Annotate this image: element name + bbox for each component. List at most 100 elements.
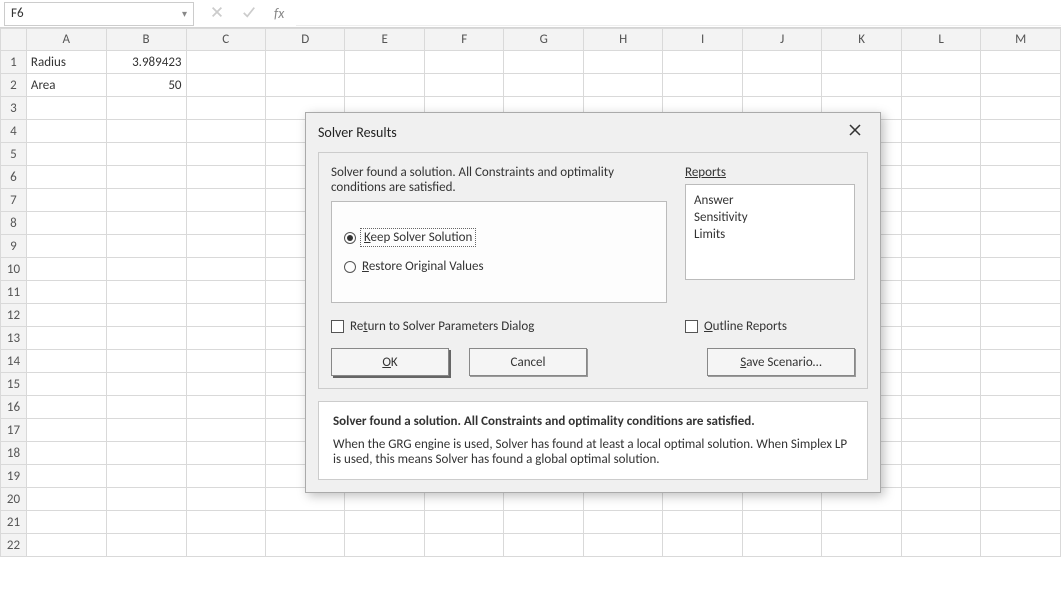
cell-E22[interactable] <box>345 534 424 557</box>
cell-I2[interactable] <box>663 74 742 97</box>
cell-A11[interactable] <box>26 281 106 304</box>
fx-icon[interactable]: fx <box>274 5 284 22</box>
cell-B3[interactable] <box>106 97 186 120</box>
cell-K1[interactable] <box>822 51 901 74</box>
row-header-20[interactable]: 20 <box>1 488 27 511</box>
row-header-1[interactable]: 1 <box>1 51 27 74</box>
cell-M20[interactable] <box>981 488 1061 511</box>
cell-M18[interactable] <box>981 442 1061 465</box>
column-header-C[interactable]: C <box>186 29 265 51</box>
cell-A10[interactable] <box>26 258 106 281</box>
cell-M3[interactable] <box>981 97 1061 120</box>
cell-M13[interactable] <box>981 327 1061 350</box>
cell-C8[interactable] <box>186 212 265 235</box>
row-header-19[interactable]: 19 <box>1 465 27 488</box>
cell-G21[interactable] <box>504 511 584 534</box>
cell-J21[interactable] <box>742 511 821 534</box>
cell-M16[interactable] <box>981 396 1061 419</box>
cell-B21[interactable] <box>106 511 186 534</box>
cell-C15[interactable] <box>186 373 265 396</box>
column-header-A[interactable]: A <box>26 29 106 51</box>
cell-E1[interactable] <box>345 51 424 74</box>
row-header-14[interactable]: 14 <box>1 350 27 373</box>
cell-A21[interactable] <box>26 511 106 534</box>
cell-C20[interactable] <box>186 488 265 511</box>
cell-C19[interactable] <box>186 465 265 488</box>
cell-C6[interactable] <box>186 166 265 189</box>
cell-L21[interactable] <box>901 511 980 534</box>
row-header-13[interactable]: 13 <box>1 327 27 350</box>
cell-L11[interactable] <box>901 281 980 304</box>
cell-B10[interactable] <box>106 258 186 281</box>
cell-L9[interactable] <box>901 235 980 258</box>
cell-B1[interactable]: 3.989423 <box>106 51 186 74</box>
cell-K21[interactable] <box>822 511 901 534</box>
cell-C7[interactable] <box>186 189 265 212</box>
row-header-8[interactable]: 8 <box>1 212 27 235</box>
cell-A15[interactable] <box>26 373 106 396</box>
column-header-M[interactable]: M <box>981 29 1061 51</box>
column-header-G[interactable]: G <box>504 29 584 51</box>
cell-B20[interactable] <box>106 488 186 511</box>
cell-G2[interactable] <box>504 74 584 97</box>
cell-F1[interactable] <box>424 51 503 74</box>
cell-F2[interactable] <box>424 74 503 97</box>
cell-B15[interactable] <box>106 373 186 396</box>
cell-A18[interactable] <box>26 442 106 465</box>
cell-A3[interactable] <box>26 97 106 120</box>
ok-button[interactable]: OK <box>331 348 449 376</box>
cell-B17[interactable] <box>106 419 186 442</box>
cell-C11[interactable] <box>186 281 265 304</box>
cell-B14[interactable] <box>106 350 186 373</box>
cell-B11[interactable] <box>106 281 186 304</box>
cell-B2[interactable]: 50 <box>106 74 186 97</box>
checkbox-icon[interactable] <box>331 320 344 333</box>
cell-L13[interactable] <box>901 327 980 350</box>
cell-B7[interactable] <box>106 189 186 212</box>
report-item[interactable]: Sensitivity <box>694 210 846 225</box>
cell-B16[interactable] <box>106 396 186 419</box>
cell-I22[interactable] <box>663 534 742 557</box>
column-header-L[interactable]: L <box>901 29 980 51</box>
cell-L15[interactable] <box>901 373 980 396</box>
cell-D21[interactable] <box>265 511 345 534</box>
cell-A7[interactable] <box>26 189 106 212</box>
cell-M11[interactable] <box>981 281 1061 304</box>
radio-keep-solution[interactable]: Keep Solver Solution <box>344 230 654 245</box>
row-header-9[interactable]: 9 <box>1 235 27 258</box>
checkbox-icon[interactable] <box>685 320 698 333</box>
cell-M4[interactable] <box>981 120 1061 143</box>
report-item[interactable]: Answer <box>694 193 846 208</box>
cell-B8[interactable] <box>106 212 186 235</box>
cell-L8[interactable] <box>901 212 980 235</box>
cell-C3[interactable] <box>186 97 265 120</box>
cell-M9[interactable] <box>981 235 1061 258</box>
cell-F22[interactable] <box>424 534 503 557</box>
cell-A5[interactable] <box>26 143 106 166</box>
cell-G22[interactable] <box>504 534 584 557</box>
cell-C5[interactable] <box>186 143 265 166</box>
cell-M12[interactable] <box>981 304 1061 327</box>
save-scenario-button[interactable]: Save Scenario… <box>707 348 855 376</box>
row-header-10[interactable]: 10 <box>1 258 27 281</box>
cell-L12[interactable] <box>901 304 980 327</box>
row-header-18[interactable]: 18 <box>1 442 27 465</box>
cell-D22[interactable] <box>265 534 345 557</box>
cell-L7[interactable] <box>901 189 980 212</box>
cell-K22[interactable] <box>822 534 901 557</box>
cell-H2[interactable] <box>583 74 663 97</box>
report-item[interactable]: Limits <box>694 227 846 242</box>
formula-input[interactable] <box>296 2 1061 26</box>
cell-M14[interactable] <box>981 350 1061 373</box>
cell-B9[interactable] <box>106 235 186 258</box>
cell-I21[interactable] <box>663 511 742 534</box>
cell-L17[interactable] <box>901 419 980 442</box>
cell-G1[interactable] <box>504 51 584 74</box>
cell-M21[interactable] <box>981 511 1061 534</box>
cell-L3[interactable] <box>901 97 980 120</box>
cell-M10[interactable] <box>981 258 1061 281</box>
cell-L10[interactable] <box>901 258 980 281</box>
cell-C18[interactable] <box>186 442 265 465</box>
cell-J2[interactable] <box>742 74 821 97</box>
cell-C22[interactable] <box>186 534 265 557</box>
